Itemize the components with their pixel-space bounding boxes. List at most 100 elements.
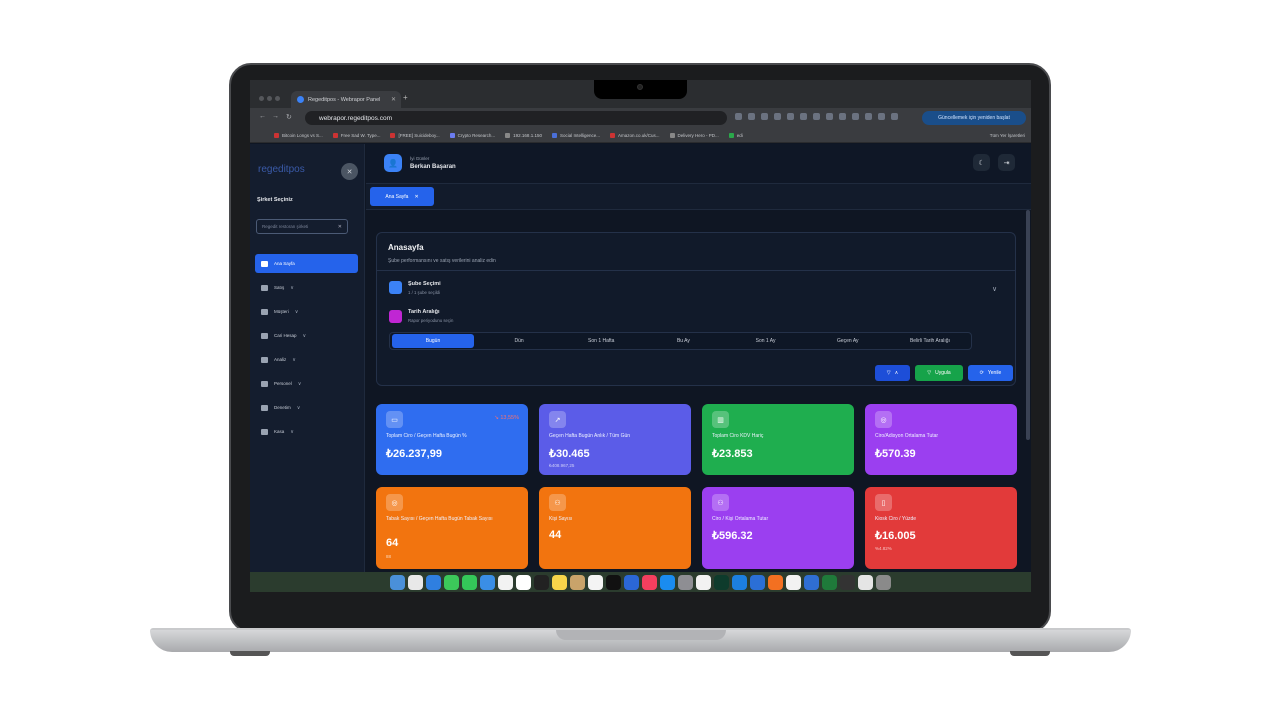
scrollbar[interactable] (1026, 210, 1030, 440)
extension-icon[interactable] (878, 113, 885, 120)
home-icon (261, 260, 268, 267)
clear-icon[interactable]: ✕ (338, 224, 342, 230)
settings-icon[interactable] (678, 574, 693, 590)
tab-ana-sayfa[interactable]: Ana Sayfa ✕ (370, 187, 434, 206)
sidebar-item-kasa[interactable]: Kasa ∨ (255, 422, 358, 441)
sidebar-item-ana-sayfa[interactable]: Ana Sayfa (255, 254, 358, 273)
extension-icon[interactable] (748, 113, 755, 120)
stat-card[interactable]: ⚇ Ciro / Kişi Ortalama Tutar ₺596.32 (702, 487, 854, 569)
period-option[interactable]: Belirli Tarih Aralığı (889, 334, 971, 348)
bookmark-item[interactable]: Free Sad W. Type... (332, 132, 380, 138)
period-option[interactable]: Bu Ay (642, 334, 724, 348)
sidebar-item-analiz[interactable]: Analiz ∨ (255, 350, 358, 369)
reminders-icon[interactable] (588, 574, 603, 590)
extension-icon[interactable] (735, 113, 742, 120)
app-store-icon[interactable] (660, 574, 675, 590)
stat-card[interactable]: ◎ Ciro/Adisyon Ortalama Tutar ₺570.39 (865, 404, 1017, 475)
new-tab-icon[interactable]: + (403, 93, 408, 102)
period-option[interactable]: Son 1 Hafta (560, 334, 642, 348)
forward-icon[interactable]: → (272, 113, 279, 120)
bookmark-item[interactable]: [FREE] Suicideboy... (390, 132, 440, 138)
app-icon[interactable] (840, 574, 855, 590)
apply-button[interactable]: ▽ Uygula (915, 365, 963, 381)
window-zoom-dot[interactable] (275, 96, 280, 101)
bookmark-item[interactable]: Amazon.co.uk/Cus... (609, 132, 660, 138)
stat-card[interactable]: ↗ Geçen Hafta Bugün Anlık / Tüm Gün ₺30.… (539, 404, 691, 475)
update-button[interactable]: Güncellemek için yeniden başlat (922, 111, 1026, 125)
filter-toggle-button[interactable]: ▽ ∧ (875, 365, 910, 381)
safari-icon[interactable] (426, 574, 441, 590)
period-option[interactable]: Son 1 Ay (725, 334, 807, 348)
stat-card[interactable]: ▯ Kiosk Ciro / Yüzde ₺16.005 %4.82% (865, 487, 1017, 569)
chrome-icon[interactable] (696, 574, 711, 590)
extension-icon[interactable] (852, 113, 859, 120)
browser-tab-title: Regeditpos - Webrapor Panel (308, 96, 381, 103)
bookmark-item[interactable]: Crypto Research... (449, 132, 495, 138)
mail-icon[interactable] (480, 574, 495, 590)
messages-icon[interactable] (462, 574, 477, 590)
app-icon[interactable] (732, 574, 747, 590)
browser-tab[interactable]: Regeditpos - Webrapor Panel ✕ (291, 91, 401, 108)
stat-label: Ciro/Adisyon Ortalama Tutar (875, 433, 939, 439)
bookmark-item[interactable]: edi (728, 132, 743, 138)
sidebar-item-denetim[interactable]: Denetim ∨ (255, 398, 358, 417)
company-select[interactable]: Regedit restoran şirketi ✕ (256, 219, 348, 234)
stat-card[interactable]: ▥ Toplam Ciro KDV Hariç ₺23.853 (702, 404, 854, 475)
finder-icon[interactable] (390, 574, 405, 590)
refresh-button[interactable]: ⟳ Yenile (968, 365, 1013, 381)
app-icon[interactable] (804, 574, 819, 590)
excel-icon[interactable] (822, 574, 837, 590)
extension-icon[interactable] (839, 113, 846, 120)
extension-icon[interactable] (813, 113, 820, 120)
sidebar-item-cari-hesap[interactable]: Cari Hesap ∨ (255, 326, 358, 345)
close-icon[interactable]: ✕ (414, 194, 418, 200)
extension-icon[interactable] (787, 113, 794, 120)
sidebar-item-personel[interactable]: Personel ∨ (255, 374, 358, 393)
extension-icon[interactable] (826, 113, 833, 120)
notes-icon[interactable] (552, 574, 567, 590)
sidebar-item-satis[interactable]: Satış ∨ (255, 278, 358, 297)
close-icon[interactable]: ✕ (391, 96, 396, 103)
app-icon[interactable] (570, 574, 585, 590)
period-option[interactable]: Dün (478, 334, 560, 348)
reload-icon[interactable]: ↻ (286, 113, 292, 121)
chevron-down-icon[interactable]: ∨ (992, 285, 997, 293)
sidebar-close-button[interactable]: ✕ (341, 163, 358, 180)
stat-card[interactable]: ◎ Tabak Sayısı / Geçen Hafta Bugün Tabak… (376, 487, 528, 569)
downloads-icon[interactable] (858, 574, 873, 590)
trash-icon[interactable] (876, 574, 891, 590)
github-icon[interactable] (534, 574, 549, 590)
vscode-icon[interactable] (750, 574, 765, 590)
window-minimize-dot[interactable] (267, 96, 272, 101)
extension-icon[interactable] (865, 113, 872, 120)
stat-card[interactable]: ⚇ Kişi Sayısı 44 (539, 487, 691, 569)
app-icon[interactable] (768, 574, 783, 590)
photos-icon[interactable] (498, 574, 513, 590)
bookmark-item[interactable]: Delivery Hero - PD... (669, 132, 719, 138)
extension-icon[interactable] (800, 113, 807, 120)
app-icon[interactable] (786, 574, 801, 590)
calendar-icon[interactable] (516, 574, 531, 590)
window-close-dot[interactable] (259, 96, 264, 101)
app-icon[interactable] (714, 574, 729, 590)
facetime-icon[interactable] (444, 574, 459, 590)
app-icon[interactable] (624, 574, 639, 590)
extension-icon[interactable] (761, 113, 768, 120)
music-icon[interactable] (642, 574, 657, 590)
profile-icon[interactable] (891, 113, 898, 120)
bookmark-item[interactable]: 192.168.1.150 (505, 132, 542, 138)
extension-icon[interactable] (774, 113, 781, 120)
stat-card[interactable]: ▭ ↘ 13,55% Toplam Ciro / Geçen Hafta Bug… (376, 404, 528, 475)
sidebar-item-musteri[interactable]: Müşteri ∨ (255, 302, 358, 321)
all-bookmarks[interactable]: Tüm Yer İşaretleri (990, 128, 1025, 143)
address-bar[interactable]: webrapor.regeditpos.com (305, 111, 727, 125)
tv-icon[interactable] (606, 574, 621, 590)
logout-icon[interactable]: ⇥ (998, 154, 1015, 171)
bookmark-item[interactable]: Social Intelligence... (551, 132, 600, 138)
theme-toggle-icon[interactable]: ☾ (973, 154, 990, 171)
period-option[interactable]: Geçen Ay (807, 334, 889, 348)
back-icon[interactable]: ← (259, 113, 266, 120)
bookmark-item[interactable]: Bitcoin Longs vs S... (274, 132, 323, 138)
period-option[interactable]: Bugün (392, 334, 474, 348)
launchpad-icon[interactable] (408, 574, 423, 590)
